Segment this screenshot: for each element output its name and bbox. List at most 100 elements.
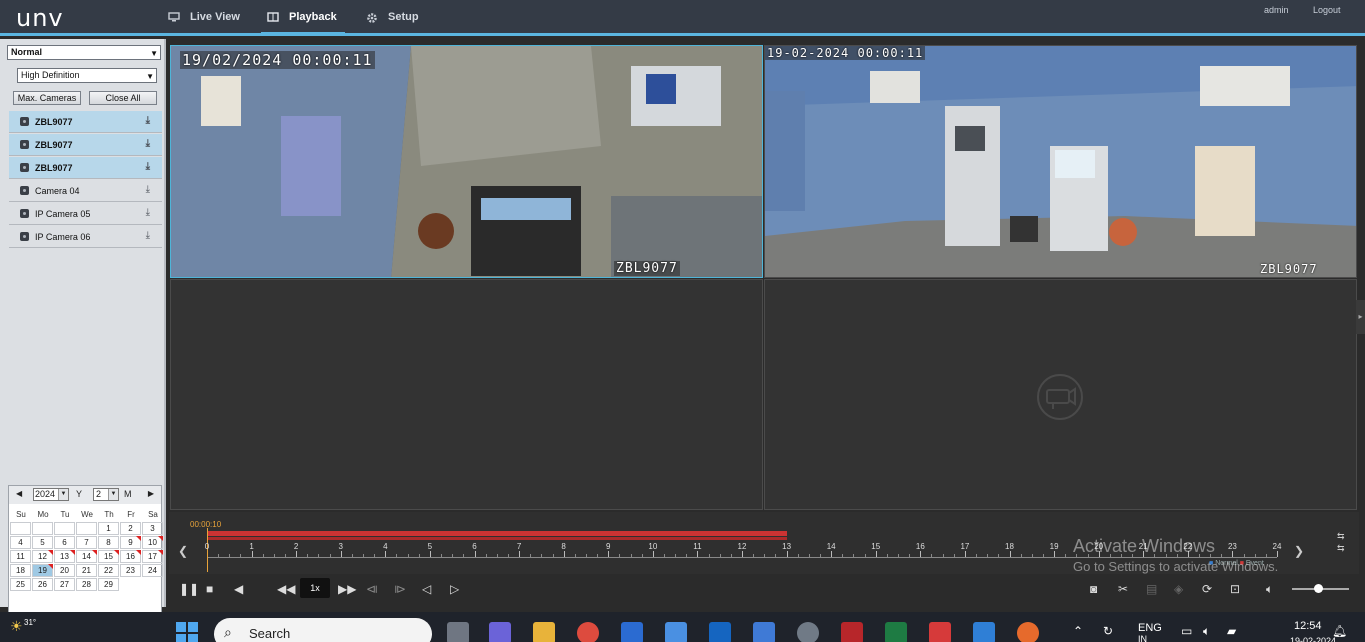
calendar-day[interactable]: 29	[98, 578, 119, 591]
camera-list-item[interactable]: ZBL9077 ⤓	[9, 157, 162, 179]
outlook-icon[interactable]	[709, 622, 731, 642]
next-month-icon[interactable]: ▶	[148, 489, 154, 498]
sync-icon[interactable]: ⟳	[1202, 580, 1212, 598]
max-cameras-button[interactable]: Max. Cameras	[13, 91, 81, 105]
timeline-prev-icon[interactable]: ❮	[178, 544, 188, 558]
excel-icon[interactable]	[885, 622, 907, 642]
speed-up-icon[interactable]: ▶▶	[338, 580, 356, 598]
speaker-icon[interactable]: 🔈︎	[1203, 624, 1210, 639]
calendar-day[interactable]: 26	[32, 578, 53, 591]
nav-playback[interactable]: Playback	[261, 0, 345, 34]
frame-back-icon[interactable]: ◁	[422, 580, 431, 598]
camera-list-item[interactable]: ZBL9077 ⤓	[9, 111, 162, 133]
definition-select[interactable]: High Definition ▼	[17, 68, 157, 83]
calendar-day[interactable]: 6	[54, 536, 75, 549]
clock-date[interactable]: 19-02-2024	[1290, 636, 1336, 642]
calendar-day[interactable]: 2	[120, 522, 141, 535]
camera-list-item[interactable]: Camera 04 ⤓	[9, 180, 162, 202]
calendar-day[interactable]: 3	[142, 522, 163, 535]
volume-icon[interactable]: 🔈︎	[1266, 580, 1273, 598]
calendar-day[interactable]: 25	[10, 578, 31, 591]
volume-slider-knob[interactable]	[1313, 584, 1323, 593]
pause-icon[interactable]: ❚❚	[179, 580, 199, 598]
app-icon[interactable]	[665, 622, 687, 642]
year-select[interactable]: 2024 ▼	[33, 488, 69, 501]
calendar-day[interactable]: 23	[120, 564, 141, 577]
calendar-day[interactable]: 15	[98, 550, 119, 563]
video-window-4[interactable]	[764, 279, 1357, 510]
timeline-next-icon[interactable]: ❯	[1294, 544, 1304, 558]
snapshot-icon[interactable]: ◙	[1090, 580, 1097, 598]
taskbar-search[interactable]: ⌕ Search	[214, 618, 432, 642]
calendar-day[interactable]: 13	[54, 550, 75, 563]
download-icon[interactable]: ⤓	[146, 161, 150, 172]
video-window-1[interactable]: 19/02/2024 00:00:11 ZBL9077	[170, 45, 763, 278]
month-select[interactable]: 2 ▼	[93, 488, 119, 501]
nav-live-view[interactable]: Live View	[168, 0, 240, 34]
calendar-day[interactable]: 1	[98, 522, 119, 535]
tag-icon[interactable]: ◈	[1174, 580, 1183, 598]
calendar-day[interactable]: 4	[10, 536, 31, 549]
calendar-day[interactable]: 10	[142, 536, 163, 549]
app-icon[interactable]	[753, 622, 775, 642]
zoom-icon[interactable]: ⊡	[1230, 580, 1240, 598]
calendar-day[interactable]: 20	[54, 564, 75, 577]
clock-time[interactable]: 12:54	[1294, 620, 1322, 632]
logout-link[interactable]: Logout	[1313, 5, 1341, 15]
clip-icon[interactable]: ✂	[1118, 580, 1128, 598]
skip-back-icon[interactable]: ⧏	[366, 580, 378, 598]
calendar-day[interactable]: 16	[120, 550, 141, 563]
chrome-icon[interactable]	[577, 622, 599, 642]
teams-icon[interactable]	[489, 622, 511, 642]
panel-collapse-handle[interactable]: ▸	[1356, 300, 1365, 334]
start-button[interactable]	[176, 622, 198, 642]
notification-bell-icon[interactable]: 🔔︎	[1332, 624, 1347, 638]
task-view-icon[interactable]	[447, 622, 469, 642]
frame-forward-icon[interactable]: ▷	[450, 580, 459, 598]
download-icon[interactable]: ⤓	[146, 138, 150, 149]
display-icon[interactable]: ▭	[1181, 624, 1192, 638]
download-icon[interactable]: ⤓	[146, 115, 150, 126]
anydesk-icon[interactable]	[929, 622, 951, 642]
calendar-day[interactable]: 7	[76, 536, 97, 549]
camera-list-item[interactable]: IP Camera 06 ⤓	[9, 226, 162, 248]
calendar-day[interactable]: 22	[98, 564, 119, 577]
weather-icon[interactable]: ☀	[10, 618, 23, 635]
battery-icon[interactable]: ▰	[1227, 624, 1236, 638]
video-window-3[interactable]	[170, 279, 763, 510]
internet-explorer-icon[interactable]	[973, 622, 995, 642]
recording-bar[interactable]	[207, 531, 787, 536]
save-icon[interactable]: ▤	[1146, 580, 1157, 598]
video-window-2[interactable]: 19-02-2024 00:00:11 ZBL9077	[764, 45, 1357, 278]
prev-month-icon[interactable]: ◀	[16, 489, 22, 498]
app-icon[interactable]	[621, 622, 643, 642]
calendar-day[interactable]: 11	[10, 550, 31, 563]
download-icon[interactable]: ⤓	[146, 184, 150, 195]
camera-list-item[interactable]: ZBL9077 ⤓	[9, 134, 162, 156]
timeline-zoom-icon[interactable]: ⇆ ⇆	[1337, 530, 1345, 554]
calendar-day[interactable]: 19	[32, 564, 53, 577]
chevron-up-icon[interactable]: ⌃	[1073, 624, 1083, 638]
close-all-button[interactable]: Close All	[89, 91, 157, 105]
calendar-day[interactable]: 9	[120, 536, 141, 549]
file-explorer-icon[interactable]	[533, 622, 555, 642]
calendar-day[interactable]: 8	[98, 536, 119, 549]
nav-setup[interactable]: Setup	[366, 0, 419, 34]
download-icon[interactable]: ⤓	[146, 207, 150, 218]
camera-list-item[interactable]: IP Camera 05 ⤓	[9, 203, 162, 225]
settings-app-icon[interactable]	[797, 622, 819, 642]
input-language[interactable]: ENG IN	[1138, 622, 1162, 642]
calendar-day[interactable]: 28	[76, 578, 97, 591]
calendar-day[interactable]: 14	[76, 550, 97, 563]
reverse-play-icon[interactable]: ◀	[234, 580, 243, 598]
calendar-day[interactable]: 18	[10, 564, 31, 577]
sync-tray-icon[interactable]: ↻	[1103, 624, 1113, 638]
stop-icon[interactable]: ■	[206, 580, 213, 598]
calendar-day[interactable]: 27	[54, 578, 75, 591]
calendar-day[interactable]: 5	[32, 536, 53, 549]
stream-mode-select[interactable]: Normal ▼	[7, 45, 161, 60]
firefox-icon[interactable]	[1017, 622, 1039, 642]
calendar-day[interactable]: 24	[142, 564, 163, 577]
calendar-day[interactable]: 17	[142, 550, 163, 563]
calendar-day[interactable]: 12	[32, 550, 53, 563]
